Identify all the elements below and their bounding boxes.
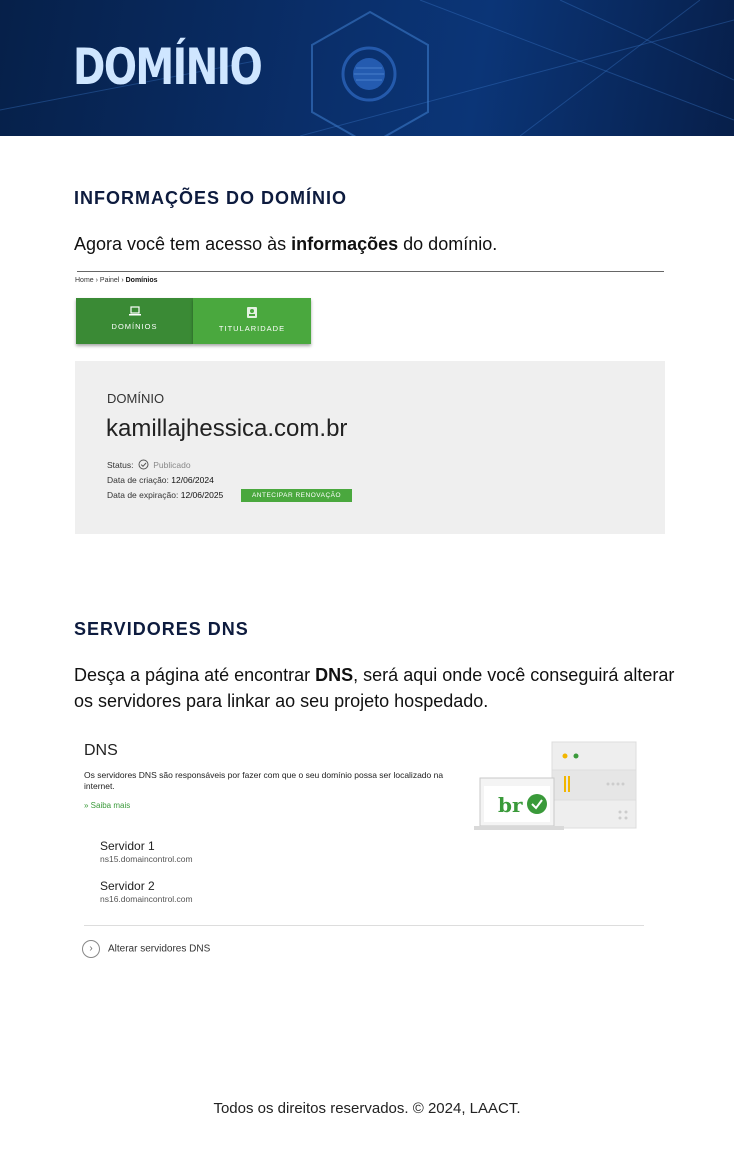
page-title: DOMÍNIO — [73, 38, 263, 96]
server-2-name: Servidor 2 — [100, 879, 155, 893]
check-circle-icon — [138, 459, 149, 470]
domain-card: DOMÍNIO kamillajhessica.com.br Status: P… — [75, 361, 665, 534]
intro-text-start: Agora você tem acesso às — [74, 234, 292, 254]
renew-button[interactable]: ANTECIPAR RENOVAÇÃO — [241, 489, 352, 502]
status-label: Status: — [107, 460, 134, 470]
change-dns-link[interactable]: › Alterar servidores DNS — [82, 940, 210, 958]
dns-intro-bold: DNS — [315, 665, 354, 685]
expires-value: 12/06/2025 — [180, 490, 224, 500]
footer-text: Todos os direitos reservados. © 2024, LA… — [213, 1100, 521, 1117]
created-row: Data de criação: 12/06/2024 — [107, 475, 214, 485]
dns-heading: DNS — [84, 742, 118, 759]
dns-description: Os servidores DNS são responsáveis por f… — [84, 770, 444, 791]
breadcrumb-home[interactable]: Home — [75, 277, 94, 284]
section-intro-dns-line1: Desça a página até encontrar DNS, será a… — [74, 662, 674, 688]
section-intro-domain-info: Agora você tem acesso às informações do … — [74, 231, 497, 257]
status-value: Publicado — [153, 460, 191, 470]
breadcrumb-current: Domínios — [125, 277, 158, 284]
domain-name: kamillajhessica.com.br — [106, 415, 348, 442]
breadcrumb-panel[interactable]: Painel — [100, 277, 119, 284]
server-2-host: ns16.domaincontrol.com — [100, 894, 193, 904]
server-1-name: Servidor 1 — [100, 839, 155, 853]
intro-text-end: do domínio. — [398, 234, 498, 254]
server-illustration: br — [474, 741, 637, 830]
tab-domains[interactable]: DOMÍNIOS — [76, 298, 193, 344]
intro-text-bold: informações — [291, 234, 399, 254]
tab-ownership-label: TITULARIDADE — [218, 324, 286, 333]
dns-intro-end: , será aqui onde você conseguirá alterar — [353, 665, 675, 685]
header-banner: DOMÍNIO — [0, 0, 734, 136]
laptop-icon — [128, 306, 141, 316]
expires-label: Data de expiração: — [107, 490, 179, 500]
divider-line — [77, 271, 664, 272]
breadcrumb: Home › Painel › Domínios — [75, 277, 158, 284]
tab-domains-label: DOMÍNIOS — [111, 322, 158, 331]
section-title-dns: SERVIDORES DNS — [74, 619, 249, 639]
section-intro-dns-line2: os servidores para linkar ao seu projeto… — [74, 691, 489, 711]
created-label: Data de criação: — [107, 475, 169, 485]
change-dns-label: Alterar servidores DNS — [108, 943, 211, 955]
expires-row: Data de expiração: 12/06/2025 — [107, 490, 223, 500]
section-title-domain-info: INFORMAÇÕES DO DOMÍNIO — [74, 188, 347, 208]
illustration-br-text: br — [498, 793, 523, 817]
created-value: 12/06/2024 — [171, 475, 214, 485]
status-row: Status: Publicado — [107, 459, 191, 470]
id-badge-icon — [247, 307, 257, 318]
chevron-right-icon: › — [82, 940, 100, 958]
server-1-host: ns15.domaincontrol.com — [100, 854, 193, 864]
learn-more-link[interactable]: » Saiba mais — [84, 801, 130, 810]
tab-ownership[interactable]: TITULARIDADE — [193, 298, 311, 344]
dns-divider — [84, 925, 644, 926]
dns-intro-start: Desça a página até encontrar — [74, 665, 316, 685]
domain-label: DOMÍNIO — [107, 391, 165, 406]
